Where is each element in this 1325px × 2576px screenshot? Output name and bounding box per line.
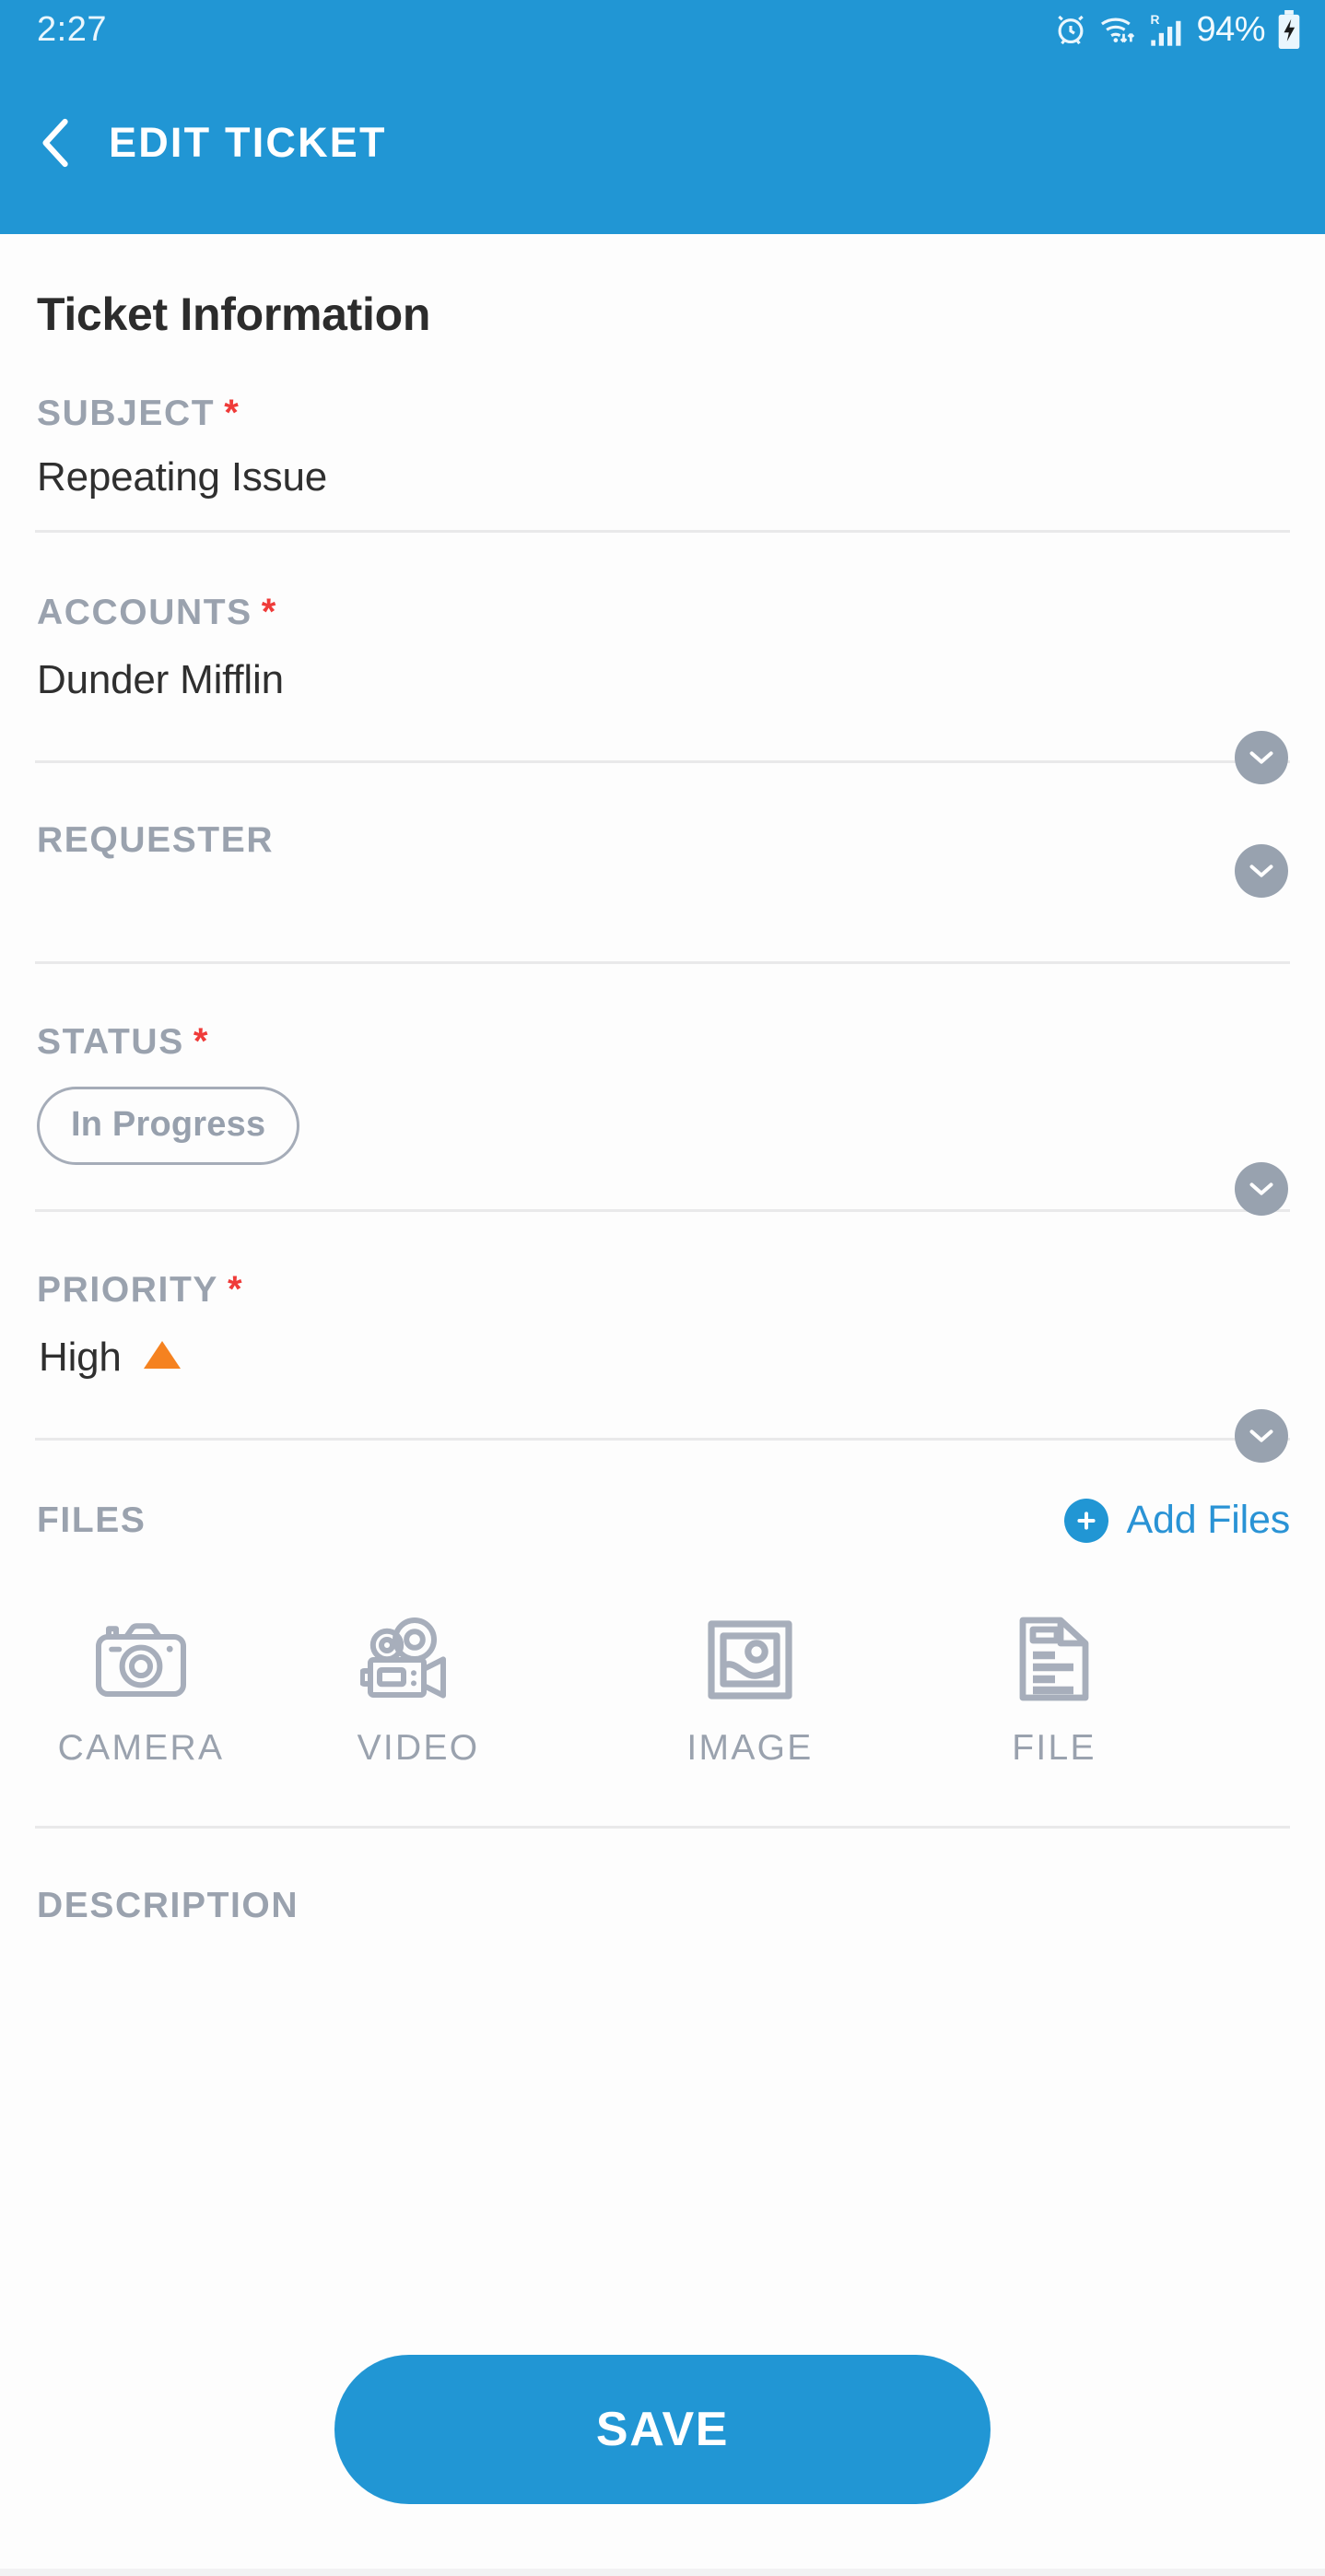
file-type-image[interactable]: IMAGE <box>593 1600 907 1769</box>
roaming-signal-icon: R <box>1149 11 1186 48</box>
svg-text:R: R <box>1151 12 1160 27</box>
field-priority: PRIORITY * High <box>35 1269 1290 1463</box>
status-bar-clock: 2:27 <box>37 9 107 49</box>
field-divider <box>35 1826 1290 1829</box>
file-type-camera[interactable]: CAMERA <box>39 1600 243 1769</box>
battery-percent-label: 94% <box>1196 9 1265 49</box>
battery-charging-icon <box>1277 10 1301 49</box>
form-content: Ticket Information SUBJECT * Repeating Is… <box>0 234 1325 1926</box>
section-title: Ticket Information <box>37 288 431 340</box>
field-subject: SUBJECT * Repeating Issue <box>35 393 1290 533</box>
add-files-label: Add Files <box>1126 1498 1291 1542</box>
required-asterisk: * <box>224 393 240 433</box>
requester-dropdown-button[interactable] <box>1235 844 1288 898</box>
document-icon <box>1012 1600 1096 1703</box>
plus-circle-icon <box>1063 1498 1108 1543</box>
file-type-file[interactable]: FILE <box>907 1600 1202 1769</box>
page-title: EDIT TICKET <box>109 119 387 166</box>
field-label-requester: REQUESTER <box>37 820 275 860</box>
file-type-label: CAMERA <box>57 1728 225 1768</box>
field-files: FILES Add Files CAMERA VIDEO IMAGE FILE <box>35 1498 1290 1829</box>
chevron-down-icon <box>1249 1182 1273 1195</box>
required-asterisk: * <box>227 1269 244 1310</box>
status-bar: 2:27 R 94% <box>0 0 1325 59</box>
field-accounts: ACCOUNTS * Dunder Mifflin <box>35 592 1290 784</box>
label-text: PRIORITY <box>37 1270 218 1310</box>
field-label-accounts: ACCOUNTS * <box>35 592 1290 633</box>
chevron-down-icon <box>1249 1429 1273 1442</box>
field-label-description: DESCRIPTION <box>37 1886 299 1925</box>
status-dropdown-button[interactable] <box>1235 1162 1288 1216</box>
status-bar-icons: R 94% <box>1053 10 1301 50</box>
video-camera-icon <box>360 1600 476 1703</box>
label-text: ACCOUNTS <box>37 593 252 632</box>
required-asterisk: * <box>193 1021 209 1062</box>
field-divider <box>35 530 1290 533</box>
field-label-files: FILES <box>37 1500 147 1540</box>
subject-input[interactable]: Repeating Issue <box>35 454 1290 500</box>
field-label-priority: PRIORITY * <box>35 1269 1290 1311</box>
priority-value: High <box>39 1335 122 1380</box>
status-badge[interactable]: In Progress <box>37 1087 300 1165</box>
footer-bar: SAVE <box>0 2341 1325 2576</box>
priority-up-arrow-icon <box>143 1341 181 1369</box>
bottom-edge <box>0 2569 1325 2576</box>
field-divider <box>35 961 1290 964</box>
label-text: SUBJECT <box>37 394 216 433</box>
file-type-row: CAMERA VIDEO IMAGE FILE <box>35 1600 1290 1769</box>
field-status: STATUS * In Progress <box>35 1021 1290 1216</box>
priority-value-row[interactable]: High <box>35 1335 1290 1381</box>
save-button[interactable]: SAVE <box>334 2355 991 2504</box>
required-asterisk: * <box>261 592 277 632</box>
file-type-label: FILE <box>1012 1728 1096 1768</box>
priority-dropdown-button[interactable] <box>1235 1409 1288 1463</box>
app-bar: EDIT TICKET <box>0 59 1325 234</box>
field-description: DESCRIPTION <box>35 1886 1290 1926</box>
label-text: STATUS <box>37 1022 184 1062</box>
field-label-status: STATUS * <box>35 1021 1290 1063</box>
file-type-label: IMAGE <box>686 1728 814 1768</box>
mobile-screen: 2:27 R 94% EDIT TICKET Ticket Informatio… <box>0 0 1325 2576</box>
files-header: FILES Add Files <box>35 1498 1290 1543</box>
field-divider <box>35 1209 1290 1212</box>
file-type-video[interactable]: VIDEO <box>243 1600 593 1769</box>
add-files-button[interactable]: Add Files <box>1063 1498 1291 1543</box>
wifi-icon <box>1098 12 1139 47</box>
accounts-value[interactable]: Dunder Mifflin <box>35 657 1290 703</box>
field-requester: REQUESTER <box>35 763 1290 964</box>
image-icon <box>706 1600 794 1703</box>
camera-icon <box>93 1600 189 1703</box>
back-button[interactable] <box>35 113 94 172</box>
field-divider <box>35 1438 1290 1441</box>
alarm-clock-icon <box>1053 12 1088 47</box>
chevron-down-icon <box>1249 865 1273 877</box>
field-label-subject: SUBJECT * <box>35 393 1290 434</box>
chevron-left-icon <box>42 118 68 168</box>
file-type-label: VIDEO <box>357 1728 480 1768</box>
